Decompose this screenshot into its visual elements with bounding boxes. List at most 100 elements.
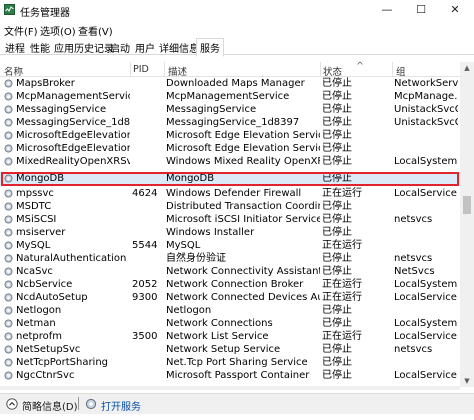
service-pid <box>132 200 164 213</box>
table-row[interactable]: MSDTC Distributed Transaction Coordinat.… <box>0 200 460 213</box>
service-gear-icon <box>4 254 13 263</box>
service-gear-icon <box>4 332 13 341</box>
service-pid <box>132 226 164 239</box>
service-group: netsvcs <box>394 253 433 264</box>
service-status: 正在运行 <box>322 292 362 303</box>
column-divider[interactable] <box>392 62 393 76</box>
service-gear-icon <box>4 131 13 140</box>
table-row[interactable]: NcaSvc Network Connectivity Assistant 已停… <box>0 265 460 278</box>
service-pid <box>132 317 164 330</box>
service-group <box>394 200 458 213</box>
collapse-details-button[interactable]: 简略信息(D) <box>22 398 78 413</box>
service-group: UnistackSvcG... <box>394 104 458 115</box>
service-status: 已停止 <box>322 117 352 128</box>
column-divider[interactable] <box>130 62 131 76</box>
service-status: 已停止 <box>322 143 352 154</box>
service-description: MessagingService_1d8397 <box>166 117 300 128</box>
vertical-scrollbar[interactable]: ▲ ▼ <box>460 62 474 387</box>
tab-processes[interactable]: 进程 <box>4 40 26 55</box>
service-name: NaturalAuthentication <box>16 253 127 264</box>
service-name: msiserver <box>16 227 66 238</box>
table-row[interactable]: McpManagementService McpManagementServic… <box>0 90 460 103</box>
service-name: MapsBroker <box>16 78 75 89</box>
service-gear-icon <box>4 189 13 198</box>
service-gear-icon <box>4 241 13 250</box>
scrollbar-thumb[interactable] <box>463 196 471 214</box>
service-group: LocalSystem... <box>394 156 458 167</box>
table-row[interactable]: Netman Network Connections 已停止 LocalSyst… <box>0 317 460 330</box>
maximize-button[interactable]: ☐ <box>404 0 438 20</box>
service-group: LocalSystem... <box>394 318 458 329</box>
table-row[interactable]: NcdAutoSetup 9300 Network Connected Devi… <box>0 291 460 304</box>
table-row[interactable]: MessagingService_1d8397 MessagingService… <box>0 116 460 129</box>
scroll-down-arrow-icon[interactable]: ▼ <box>460 375 474 387</box>
column-name[interactable]: 名称 <box>4 64 23 78</box>
service-name: MSiSCSI <box>16 214 57 225</box>
service-group <box>394 356 458 369</box>
service-group <box>394 304 458 317</box>
collapse-arrow-icon[interactable] <box>6 398 18 410</box>
column-divider[interactable] <box>164 62 165 76</box>
service-gear-icon <box>4 280 13 289</box>
minimize-button[interactable]: — <box>370 0 404 20</box>
service-status: 已停止 <box>322 253 352 264</box>
tab-users[interactable]: 用户 <box>134 40 156 55</box>
service-name: MicrosoftEdgeElevations... <box>16 143 130 154</box>
service-description: Microsoft Edge Elevation Service ... <box>166 143 320 154</box>
service-description: Network Connectivity Assistant <box>166 266 320 277</box>
column-divider[interactable] <box>320 62 321 76</box>
column-status[interactable]: 状态 <box>323 64 342 78</box>
tab-details[interactable]: 详细信息 <box>158 40 200 55</box>
menu-view[interactable]: 查看(V) <box>78 23 113 38</box>
horizontal-scrollbar[interactable] <box>0 386 460 390</box>
selection-highlight-box <box>1 172 459 186</box>
service-gear-icon <box>4 157 13 166</box>
menu-file[interactable]: 文件(F) <box>4 23 38 38</box>
service-gear-icon <box>4 118 13 127</box>
tab-services[interactable]: 服务 <box>196 38 224 57</box>
column-pid[interactable]: PID <box>133 64 149 75</box>
service-group <box>394 142 458 155</box>
menu-options[interactable]: 选项(O) <box>40 23 76 38</box>
table-row[interactable]: MixedRealityOpenXRSvc Windows Mixed Real… <box>0 155 460 168</box>
services-app-icon <box>85 398 97 410</box>
service-name: MessagingService_1d8397 <box>16 117 130 128</box>
tab-startup[interactable]: 启动 <box>109 40 131 55</box>
table-row[interactable]: NgcCtnrSvc Microsoft Passport Container … <box>0 369 460 382</box>
service-gear-icon <box>4 371 13 380</box>
service-group: LocalSystem... <box>394 279 458 290</box>
table-row[interactable]: Netlogon Netlogon 已停止 <box>0 304 460 317</box>
service-gear-icon <box>4 267 13 276</box>
open-services-link[interactable]: 打开服务 <box>101 398 141 413</box>
table-row[interactable]: NetTcpPortSharing Net.Tcp Port Sharing S… <box>0 356 460 369</box>
service-pid: 2052 <box>132 279 158 290</box>
table-row[interactable]: msiserver Windows Installer 已停止 <box>0 226 460 239</box>
scroll-up-arrow-icon[interactable]: ▲ <box>460 62 474 74</box>
column-group[interactable]: 组 <box>396 64 406 78</box>
table-row[interactable]: MessagingService MessagingService 已停止 Un… <box>0 103 460 116</box>
table-row[interactable]: MapsBroker Downloaded Maps Manager 已停止 N… <box>0 77 460 90</box>
table-row[interactable]: MySQL 5544 MySQL 正在运行 <box>0 239 460 252</box>
table-row[interactable]: MSiSCSI Microsoft iSCSI Initiator Servic… <box>0 213 460 226</box>
service-pid: 9300 <box>132 292 158 303</box>
tab-performance[interactable]: 性能 <box>29 40 51 55</box>
table-row[interactable]: NetSetupSvc Network Setup Service 已停止 ne… <box>0 343 460 356</box>
table-row[interactable]: NaturalAuthentication 自然身份验证 已停止 netsvcs <box>0 252 460 265</box>
table-row[interactable]: MicrosoftEdgeElevations... Microsoft Edg… <box>0 142 460 155</box>
table-row[interactable]: mpssvc 4624 Windows Defender Firewall 正在… <box>0 187 460 200</box>
service-status: 正在运行 <box>322 331 362 342</box>
service-pid <box>132 103 164 116</box>
close-button[interactable]: ✕ <box>438 0 472 20</box>
service-description: McpManagementService <box>166 91 290 102</box>
service-status: 已停止 <box>322 227 352 238</box>
table-row[interactable]: MicrosoftEdgeElevations... Microsoft Edg… <box>0 129 460 142</box>
service-status: 已停止 <box>322 91 352 102</box>
table-row[interactable]: NcbService 2052 Network Connection Broke… <box>0 278 460 291</box>
table-row[interactable]: netprofm 3500 Network List Service 正在运行 … <box>0 330 460 343</box>
column-description[interactable]: 描述 <box>168 64 187 78</box>
tab-app-history[interactable]: 应用历史记录 <box>53 40 115 55</box>
service-pid <box>132 343 164 356</box>
service-status: 正在运行 <box>322 240 362 251</box>
service-description: Microsoft Passport Container <box>166 370 310 381</box>
column-header: 名称 PID 描述 状态 ^ 组 <box>0 61 460 78</box>
